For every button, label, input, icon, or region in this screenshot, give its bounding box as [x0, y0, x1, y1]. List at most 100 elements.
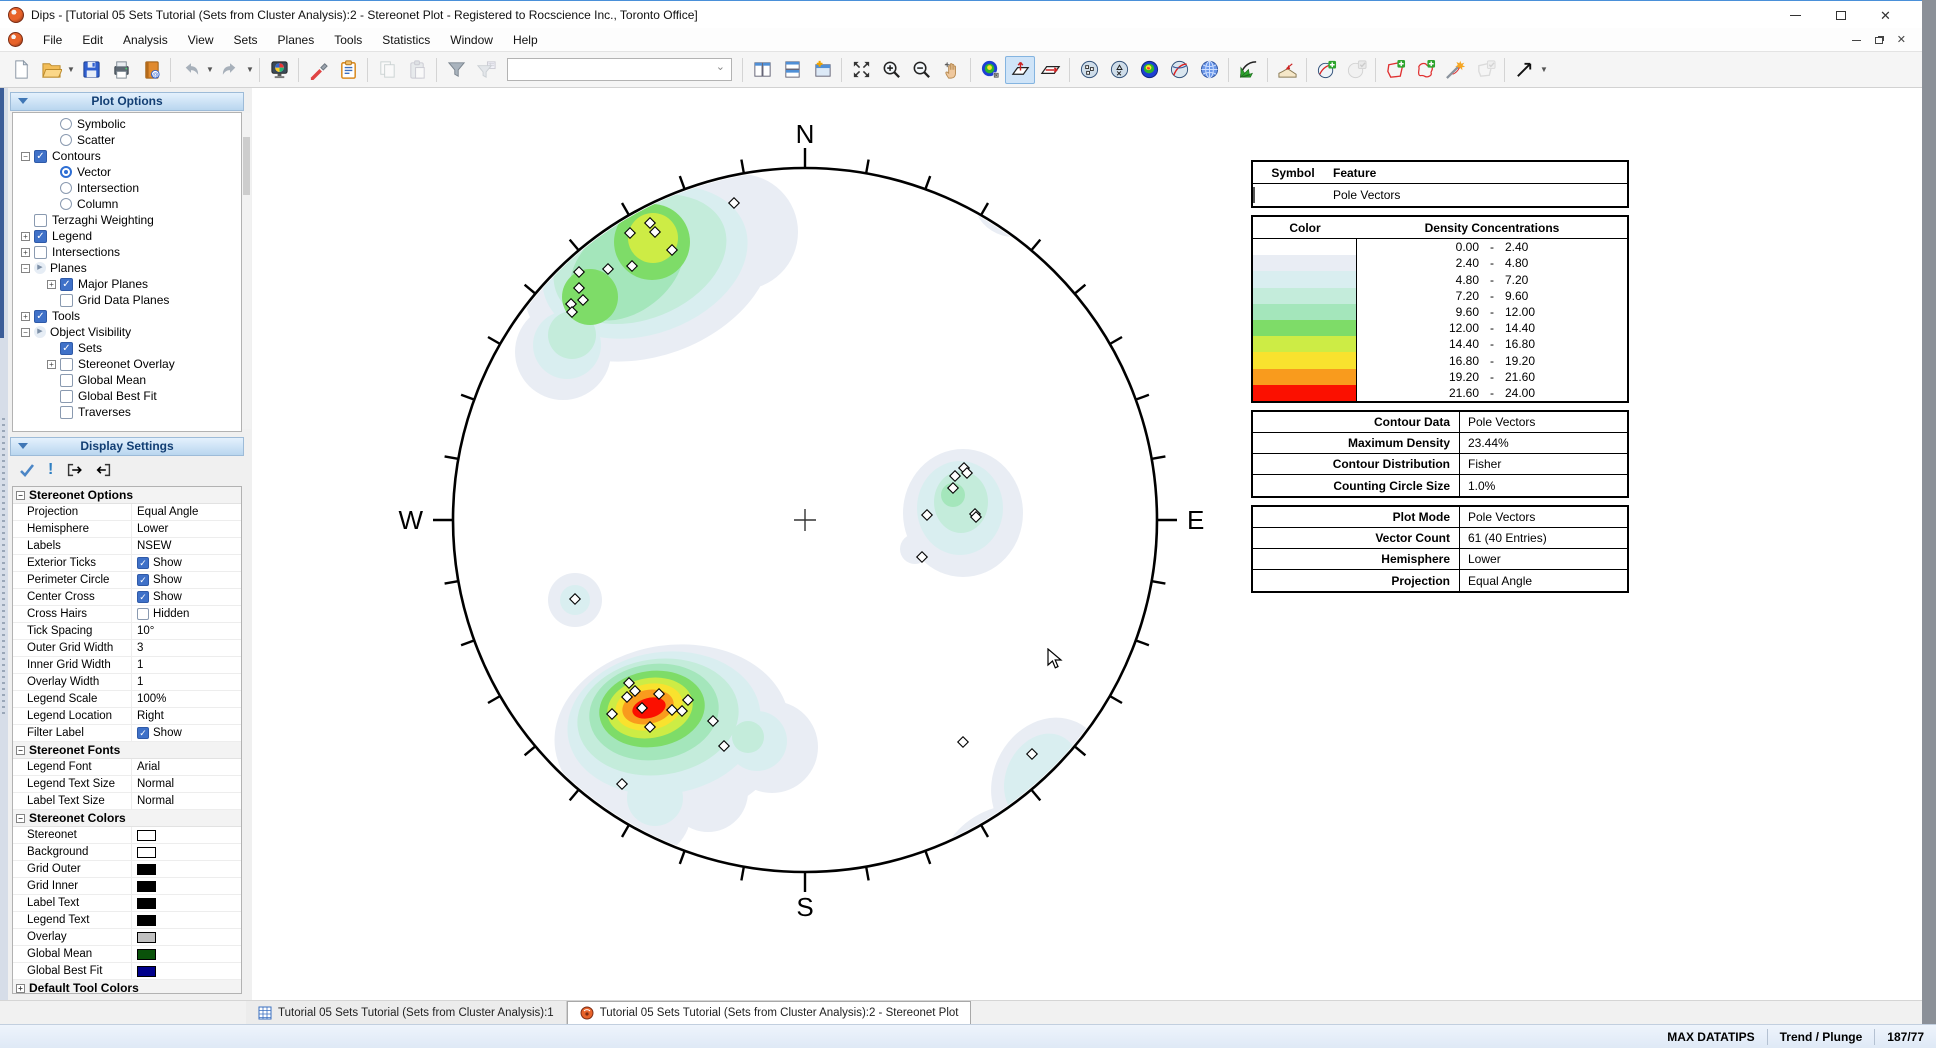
tree-checkbox[interactable]: ✓: [34, 149, 47, 163]
tree-checkbox[interactable]: [60, 357, 73, 371]
property-row-perimeter-circle[interactable]: Perimeter Circle ✓ Show: [13, 572, 241, 589]
export-settings-button[interactable]: [65, 461, 83, 479]
contour-plot-button[interactable]: [1134, 56, 1164, 84]
add-set-window-button[interactable]: [1380, 56, 1410, 84]
tree-item-sets[interactable]: ✓ Sets: [13, 340, 241, 356]
presentation-display-button[interactable]: [264, 56, 294, 84]
major-planes-plot-button[interactable]: [1164, 56, 1194, 84]
save-button[interactable]: [76, 56, 106, 84]
minimize-button[interactable]: [1773, 1, 1818, 29]
apply-button[interactable]: [18, 461, 36, 479]
tree-item-intersection[interactable]: Intersection: [13, 180, 241, 196]
tree-checkbox[interactable]: [60, 405, 73, 419]
tree-checkbox[interactable]: [60, 373, 73, 387]
tree-item-global-mean[interactable]: Global Mean: [13, 372, 241, 388]
defaults-button[interactable]: !: [48, 461, 53, 479]
property-checkbox[interactable]: ✓: [137, 557, 149, 569]
dropdown-caret-icon[interactable]: ▼: [205, 56, 215, 84]
tree-item-column[interactable]: Column: [13, 196, 241, 212]
menu-statistics[interactable]: Statistics: [372, 30, 440, 50]
color-swatch[interactable]: [137, 846, 156, 858]
tree-radio[interactable]: [60, 166, 72, 178]
property-row-legend-text[interactable]: Legend Text: [13, 912, 241, 929]
menu-edit[interactable]: Edit: [72, 30, 113, 50]
property-row-center-cross[interactable]: Center Cross ✓ Show: [13, 589, 241, 606]
menu-tools[interactable]: Tools: [324, 30, 372, 50]
property-row-global-mean[interactable]: Global Mean: [13, 946, 241, 963]
tree-item-vector[interactable]: Vector: [13, 164, 241, 180]
expand-expander-icon[interactable]: +: [16, 983, 25, 993]
mdi-close-button[interactable]: ✕: [1897, 34, 1906, 46]
tile-horizontal-button[interactable]: [777, 56, 807, 84]
overlay-grid-globe-button[interactable]: [1194, 56, 1224, 84]
query-select-arrow-button[interactable]: [1509, 56, 1539, 84]
tree-item-planes[interactable]: − ▶ Planes: [13, 260, 241, 276]
property-row-stereonet[interactable]: Stereonet: [13, 827, 241, 844]
property-row-label-text-size[interactable]: Label Text Size Normal: [13, 793, 241, 810]
property-checkbox[interactable]: ✓: [137, 727, 149, 739]
color-swatch[interactable]: [137, 863, 156, 875]
menu-window[interactable]: Window: [440, 30, 503, 50]
color-swatch[interactable]: [137, 948, 156, 960]
symbolic-plot-button[interactable]: [1104, 56, 1134, 84]
stereonet-plot[interactable]: N S W E: [252, 88, 1922, 1000]
property-checkbox[interactable]: ✓: [137, 591, 149, 603]
tree-checkbox[interactable]: [34, 245, 47, 259]
document-viewer-button[interactable]: @: [136, 56, 166, 84]
expand-expander-icon[interactable]: +: [21, 311, 30, 321]
add-set-freehand-button[interactable]: [1410, 56, 1440, 84]
property-row-inner-grid-width[interactable]: Inner Grid Width 1: [13, 657, 241, 674]
property-row-legend-text-size[interactable]: Legend Text Size Normal: [13, 776, 241, 793]
tile-vertical-button[interactable]: [747, 56, 777, 84]
menu-sets[interactable]: Sets: [224, 30, 268, 50]
menu-analysis[interactable]: Analysis: [113, 30, 178, 50]
menu-file[interactable]: File: [33, 30, 72, 50]
property-row-legend-scale[interactable]: Legend Scale 100%: [13, 691, 241, 708]
tree-item-stereonet-overlay[interactable]: + Stereonet Overlay: [13, 356, 241, 372]
property-checkbox[interactable]: ✓: [137, 574, 149, 586]
property-row-grid-outer[interactable]: Grid Outer: [13, 861, 241, 878]
tree-radio[interactable]: [60, 198, 72, 210]
tree-item-global-best-fit[interactable]: Global Best Fit: [13, 388, 241, 404]
maximize-button[interactable]: [1818, 1, 1863, 29]
filter-data-button[interactable]: [441, 56, 471, 84]
tree-item-legend[interactable]: + ✓ Legend: [13, 228, 241, 244]
color-swatch[interactable]: [137, 931, 156, 943]
tab-grid-view[interactable]: Tutorial 05 Sets Tutorial (Sets from Clu…: [246, 1001, 567, 1024]
edit-data-clipboard-button[interactable]: [333, 56, 363, 84]
property-row-legend-font[interactable]: Legend Font Arial: [13, 759, 241, 776]
tree-item-scatter[interactable]: Scatter: [13, 132, 241, 148]
property-row-grid-inner[interactable]: Grid Inner: [13, 878, 241, 895]
color-swatch[interactable]: [137, 965, 156, 977]
pole-vector-mode-button[interactable]: [1005, 55, 1035, 84]
mdi-restore-button[interactable]: [1874, 36, 1883, 44]
tree-checkbox[interactable]: ✓: [60, 277, 73, 291]
zoom-in-button[interactable]: [876, 56, 906, 84]
color-swatch[interactable]: [137, 829, 156, 841]
tree-checkbox[interactable]: ✓: [34, 309, 47, 323]
expand-expander-icon[interactable]: +: [47, 359, 56, 369]
import-settings-button[interactable]: [95, 461, 113, 479]
tree-radio[interactable]: [60, 118, 72, 130]
zoom-out-button[interactable]: [906, 56, 936, 84]
property-row-labels[interactable]: Labels NSEW: [13, 538, 241, 555]
dropdown-caret-icon[interactable]: ▼: [66, 56, 76, 84]
tree-checkbox[interactable]: [60, 389, 73, 403]
dip-vector-mode-button[interactable]: [1035, 56, 1065, 84]
add-plane-button[interactable]: [1311, 56, 1341, 84]
open-folder-button[interactable]: [36, 56, 66, 84]
collapse-expander-icon[interactable]: −: [21, 263, 30, 273]
property-checkbox[interactable]: [137, 608, 149, 620]
new-document-button[interactable]: [6, 56, 36, 84]
scatter-plot-button[interactable]: [1074, 56, 1104, 84]
collapse-expander-icon[interactable]: −: [21, 151, 30, 161]
menu-planes[interactable]: Planes: [268, 30, 325, 50]
tree-item-major-planes[interactable]: + ✓ Major Planes: [13, 276, 241, 292]
menu-view[interactable]: View: [178, 30, 224, 50]
dropdown-caret-icon[interactable]: ▼: [1539, 56, 1549, 84]
property-group-stereonet-fonts[interactable]: − Stereonet Fonts: [13, 742, 241, 759]
color-swatch[interactable]: [137, 914, 156, 926]
tree-checkbox[interactable]: [34, 213, 47, 227]
collapse-expander-icon[interactable]: −: [16, 490, 25, 500]
tree-radio[interactable]: [60, 134, 72, 146]
